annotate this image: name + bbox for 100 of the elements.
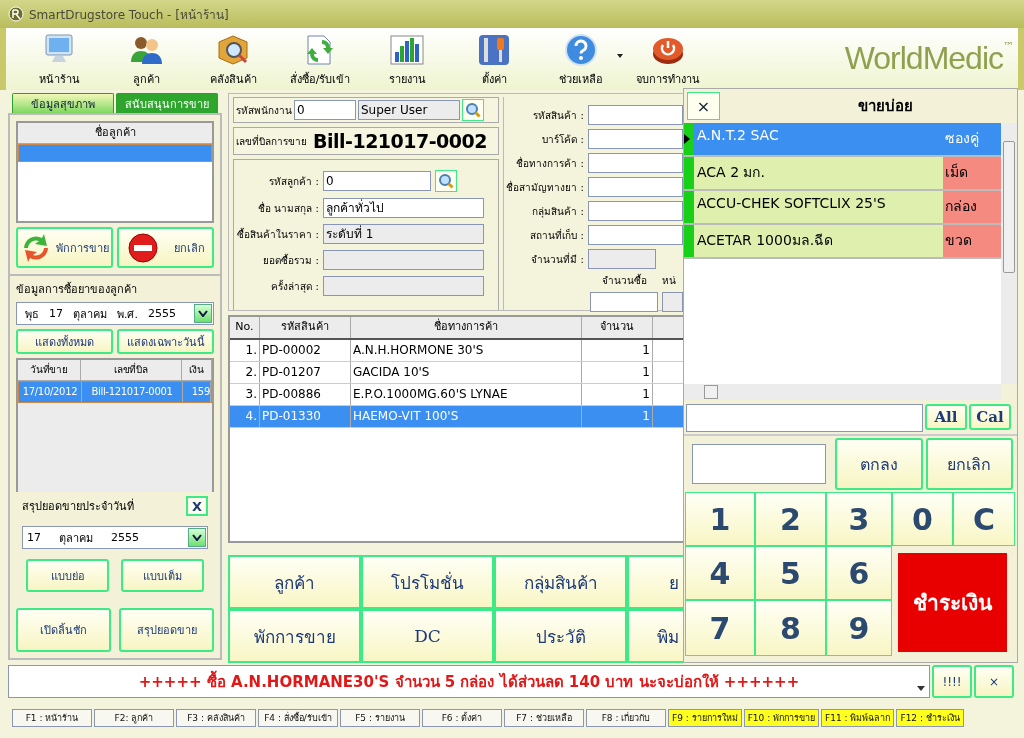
keypad-key[interactable]: 7	[685, 600, 755, 656]
keypad-key[interactable]: 1	[685, 492, 755, 546]
table-row[interactable]: 1. PD-00002 A.N.H.HORMONE 30'S 1	[230, 340, 683, 362]
close-button[interactable]: X	[186, 496, 208, 516]
dropdown-button[interactable]	[188, 528, 206, 547]
toolbar-button[interactable]: ลูกค้า	[107, 32, 185, 88]
function-key[interactable]: F9 : รายการใหม่	[668, 709, 742, 727]
cancel-button[interactable]: ยกเลิก	[117, 227, 214, 268]
function-key[interactable]: F4 : สั่งซื้อ/รับเข้า	[258, 709, 338, 727]
keypad-key[interactable]: 4	[685, 546, 755, 600]
function-key[interactable]: F7 : ช่วยเหลือ	[504, 709, 584, 727]
message-button[interactable]: ×	[974, 665, 1014, 698]
chevron-down-icon	[198, 310, 208, 317]
column-header: เงิน	[182, 360, 212, 380]
action-button[interactable]: ลูกค้า	[228, 555, 361, 609]
dropdown-button[interactable]	[194, 304, 212, 323]
function-key[interactable]: F2: ลูกค้า	[94, 709, 174, 727]
toolbar-button[interactable]: รายงาน	[368, 32, 446, 88]
action-button[interactable]: ประวัติ	[494, 609, 627, 663]
search-button[interactable]	[462, 99, 484, 121]
keypad-key[interactable]: 9	[826, 600, 892, 656]
field-label: กลุ่มสินค้า :	[531, 204, 584, 219]
dropdown-arrow-icon[interactable]	[617, 54, 623, 58]
list-row[interactable]: ACA 2 มก. เม็ด	[684, 157, 1001, 191]
table-cell: 1	[582, 340, 653, 361]
list-row[interactable]: ACCU-CHEK SOFTCLIX 25'S กล่อง	[684, 191, 1001, 225]
bar-chart-icon	[389, 32, 425, 66]
table-cell: PD-01330	[260, 406, 351, 427]
input-field[interactable]	[588, 225, 683, 245]
keypad-key[interactable]: 5	[755, 546, 826, 600]
cancel-button[interactable]: ยกเลิก	[925, 438, 1013, 490]
input-field[interactable]	[692, 444, 826, 484]
function-key[interactable]: F10 : พักการขาย	[743, 709, 820, 727]
close-button[interactable]: ×	[687, 92, 720, 120]
input-field[interactable]: 0	[323, 171, 431, 191]
input-field[interactable]: ลูกค้าทั่วไป	[323, 198, 484, 218]
table-cell: 17/10/2012	[19, 382, 82, 402]
table-cell: PD-01207	[260, 362, 351, 383]
scrollbar[interactable]	[1001, 123, 1017, 384]
date-field[interactable]: พุธ 17 ตุลาคม พ.ศ. 2555	[16, 302, 214, 325]
toolbar-button[interactable]: ช่วยเหลือ	[542, 32, 620, 88]
keypad-key[interactable]: 3	[826, 492, 892, 546]
keypad-key[interactable]: 0	[892, 492, 953, 546]
field-label: เลขที่บิลการขาย	[236, 133, 307, 149]
table-row[interactable]: 2. PD-01207 GACIDA 10'S 1	[230, 362, 683, 384]
keypad-key[interactable]: 2	[755, 492, 826, 546]
toolbar-button[interactable]: หน้าร้าน	[20, 32, 98, 88]
action-button[interactable]: พักการขาย	[228, 609, 361, 663]
table-cell: ขวด	[943, 225, 1001, 257]
function-key[interactable]: F12 : ชำระเงิน	[896, 709, 964, 727]
input-field[interactable]	[588, 129, 683, 149]
pay-button[interactable]: ชำระเงิน	[898, 553, 1007, 652]
toolbar-button[interactable]: สั่งซื้อ/รับเข้า	[281, 32, 359, 88]
column-header: ชื่อลูกค้า	[18, 123, 212, 144]
hold-button[interactable]: พักการขาย	[16, 227, 113, 268]
action-button[interactable]: โปรโมชั่น	[361, 555, 494, 609]
filter-button[interactable]: แสดงทั้งหมด	[16, 329, 113, 354]
field-label: ซื้อสินค้าในราคา :	[236, 226, 319, 242]
message-button[interactable]: !!!!	[932, 665, 972, 698]
action-button[interactable]: พิม	[627, 609, 683, 663]
keypad-key[interactable]: C	[953, 492, 1015, 546]
input-field[interactable]	[588, 153, 683, 173]
scrollbar[interactable]	[684, 384, 1001, 400]
tab[interactable]: ข้อมูลสุขภาพ	[12, 93, 114, 113]
function-key[interactable]: F6 : ตั้งค่า	[422, 709, 502, 727]
input-field[interactable]	[588, 201, 683, 221]
input-field[interactable]	[588, 105, 683, 125]
list-row[interactable]: ACETAR 1000มล.ฉีด ขวด	[684, 225, 1001, 259]
action-button[interactable]: DC	[361, 609, 494, 663]
employee-name-field: Super User	[358, 100, 460, 120]
filter-button[interactable]: All	[925, 404, 967, 430]
function-key[interactable]: F8 : เกี่ยวกับ	[586, 709, 666, 727]
table-cell: A.N.H.HORMONE 30'S	[351, 340, 582, 361]
keypad-key[interactable]: 8	[755, 600, 826, 656]
report-button[interactable]: แบบเต็ม	[121, 559, 204, 592]
action-button[interactable]: ย	[627, 555, 683, 609]
table-cell: ซองคู่	[943, 123, 1001, 155]
search-field[interactable]	[686, 404, 923, 432]
toolbar-button[interactable]: จบการทำงาน	[629, 32, 707, 88]
function-key[interactable]: F3 : คลังสินค้า	[176, 709, 256, 727]
input-field[interactable]	[588, 177, 683, 197]
search-button[interactable]	[435, 170, 457, 192]
function-key[interactable]: F5 : รายงาน	[340, 709, 420, 727]
toolbar-button[interactable]: ตั้งค่า	[455, 32, 533, 88]
action-button[interactable]: เปิดลิ้นชัก	[16, 608, 111, 652]
report-button[interactable]: แบบย่อ	[26, 559, 109, 592]
function-key[interactable]: F11 : พิมพ์ฉลาก	[821, 709, 895, 727]
employee-code-field[interactable]: 0	[294, 100, 356, 120]
keypad-key[interactable]: 6	[826, 546, 892, 600]
function-key[interactable]: F1 : หน้าร้าน	[12, 709, 92, 727]
toolbar-button[interactable]: คลังสินค้า	[194, 32, 272, 88]
action-button[interactable]: กลุ่มสินค้า	[494, 555, 627, 609]
filter-button[interactable]: แสดงเฉพาะวันนี้	[117, 329, 214, 354]
action-button[interactable]: สรุปยอดขาย	[119, 608, 214, 652]
ok-button[interactable]: ตกลง	[835, 438, 923, 490]
table-cell: E.P.O.1000MG.60'S LYNAE	[351, 384, 582, 405]
input-field[interactable]	[590, 292, 658, 312]
date-field[interactable]: 17 ตุลาคม 2555	[22, 526, 208, 549]
filter-button[interactable]: Cal	[969, 404, 1011, 430]
table-cell: 1	[582, 406, 653, 427]
